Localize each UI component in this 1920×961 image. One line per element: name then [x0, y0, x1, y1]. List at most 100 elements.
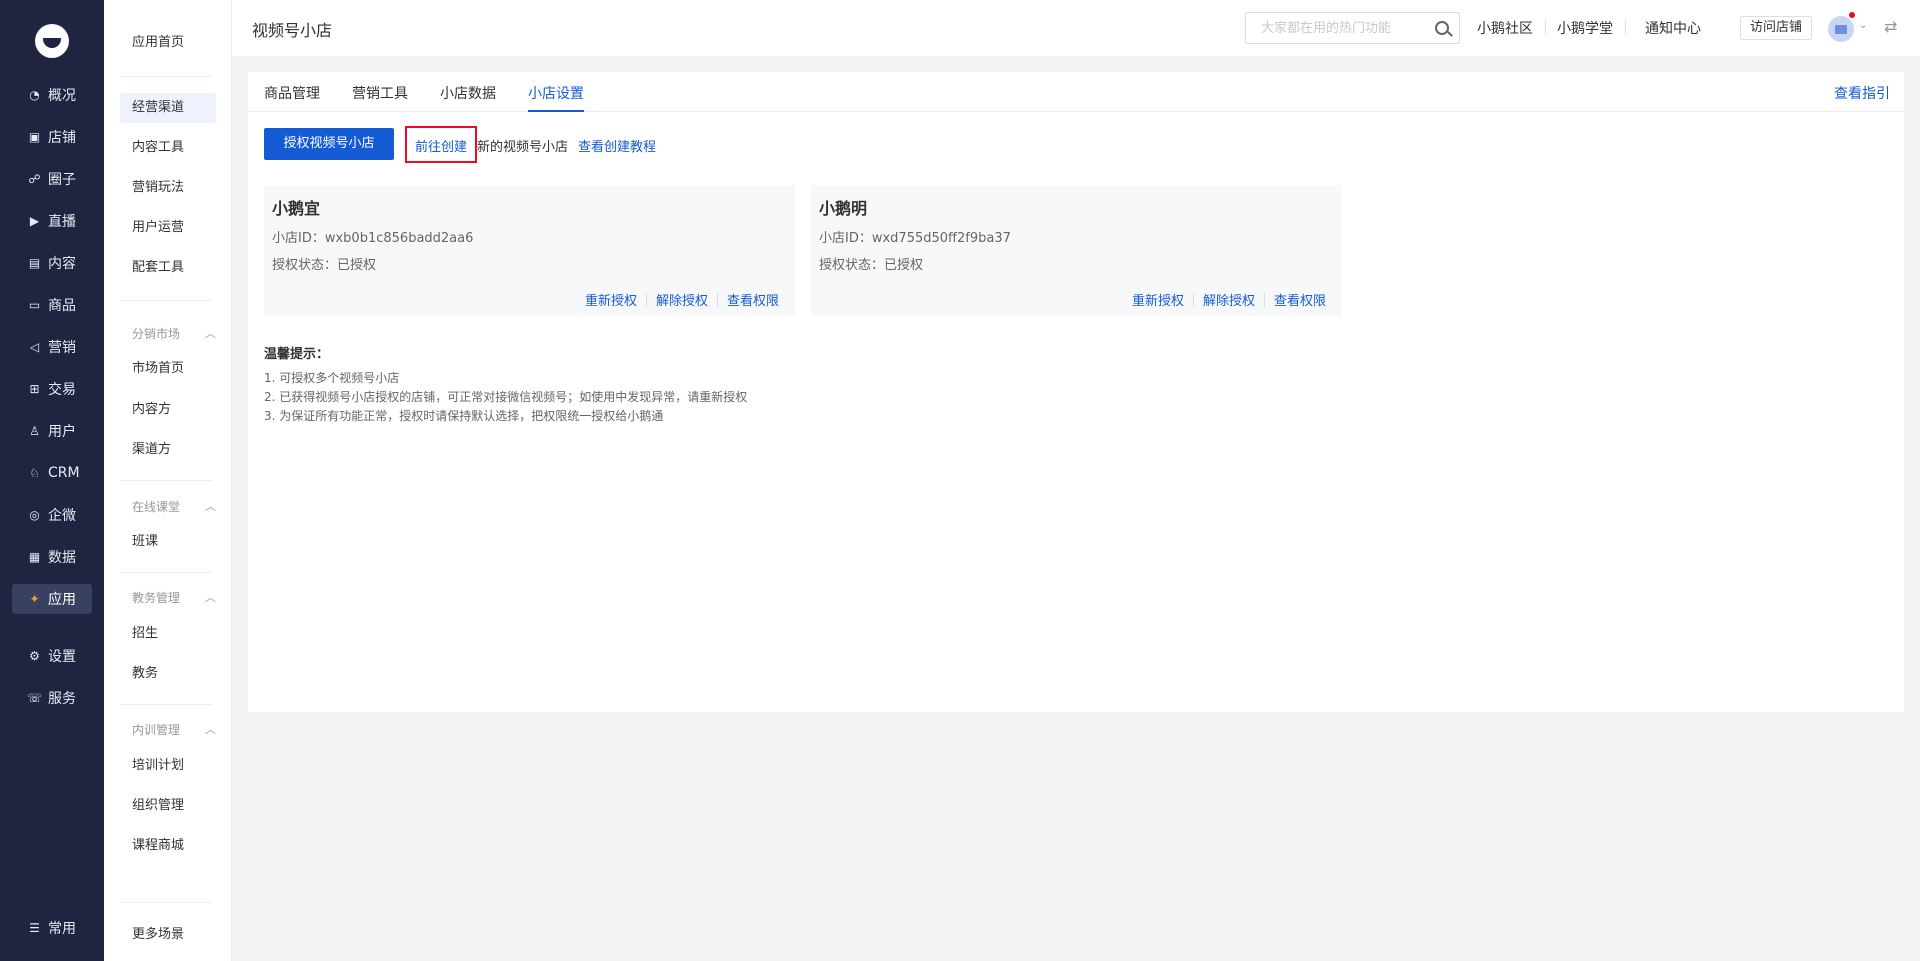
live-icon: ▶	[29, 214, 40, 228]
nav-item-shop[interactable]: ▣ 店铺	[12, 122, 92, 152]
nav-item-label: 店铺	[48, 130, 76, 146]
nav-item-common[interactable]: ☰ 常用	[12, 913, 92, 943]
chevron-down-icon[interactable]: ⌄	[1859, 20, 1867, 31]
divider	[645, 292, 647, 307]
nav-item-label: 企微	[48, 508, 76, 524]
nav-item-label: 用户	[48, 424, 76, 440]
sub-item-content-party[interactable]: 内容方	[120, 395, 216, 425]
switch-icon[interactable]: ⇄	[1884, 17, 1897, 36]
top-header: 视频号小店 小鹅社区 小鹅学堂 通知中心 访问店铺 ⌄ ⇄	[232, 0, 1920, 56]
sub-item-marketing[interactable]: 营销玩法	[120, 173, 216, 203]
chevron-up-icon: ︿	[205, 327, 216, 340]
visit-shop-button[interactable]: 访问店铺	[1740, 16, 1812, 40]
sub-item-channels[interactable]: 经营渠道	[120, 93, 216, 123]
divider	[120, 902, 212, 903]
group-training[interactable]: 内训管理 ︿	[132, 720, 216, 740]
academy-link[interactable]: 小鹅学堂	[1557, 18, 1613, 38]
tab-marketing-tools[interactable]: 营销工具	[352, 83, 408, 112]
sub-item-more-scenes[interactable]: 更多场景	[120, 920, 216, 950]
nav-item-circle[interactable]: ☍ 圈子	[12, 164, 92, 194]
divider	[120, 480, 212, 481]
go-create-link[interactable]: 前往创建	[415, 136, 467, 155]
divider	[1192, 292, 1194, 307]
nav-item-overview[interactable]: ◔ 概况	[12, 80, 92, 110]
revoke-authorization-link[interactable]: 解除授权	[1203, 290, 1255, 309]
nav-item-content[interactable]: ▤ 内容	[12, 248, 92, 278]
main-nav: ◔ 概况 ▣ 店铺 ☍ 圈子 ▶ 直播 ▤ 内容 ▭ 商品 ◁ 营销 ⊞ 交易 …	[0, 0, 104, 961]
avatar[interactable]	[1828, 16, 1854, 42]
search-input[interactable]	[1246, 13, 1426, 43]
user-icon: ♙	[29, 424, 40, 438]
view-permissions-link[interactable]: 查看权限	[727, 290, 779, 309]
page-title: 视频号小店	[252, 21, 333, 40]
view-guide-link[interactable]: 查看指引	[1834, 83, 1890, 103]
nav-item-wecom[interactable]: ◎ 企微	[12, 500, 92, 530]
shop-actions: 重新授权 解除授权 查看权限	[585, 290, 779, 309]
shop-status-label: 授权状态：	[819, 258, 885, 273]
tip-item: 3. 为保证所有功能正常，授权时请保持默认选择，把权限统一授权给小鹅通	[264, 409, 664, 423]
nav-item-label: 常用	[48, 921, 76, 937]
sub-item-course-mall[interactable]: 课程商城	[120, 831, 216, 861]
group-online-class[interactable]: 在线课堂 ︿	[132, 497, 216, 517]
nav-item-label: 应用	[48, 592, 76, 608]
sub-item-class[interactable]: 班课	[120, 527, 216, 557]
chevron-up-icon: ︿	[205, 500, 216, 513]
group-academic[interactable]: 教务管理 ︿	[132, 588, 216, 608]
sub-item-support-tools[interactable]: 配套工具	[120, 253, 216, 283]
notification-dot	[1849, 12, 1855, 18]
divider	[1263, 292, 1265, 307]
nav-item-goods[interactable]: ▭ 商品	[12, 290, 92, 320]
community-link[interactable]: 小鹅社区	[1477, 18, 1533, 38]
brand-logo-icon[interactable]	[35, 24, 69, 58]
shop-id: 小店ID：wxd755d50ff2f9ba37	[819, 227, 1011, 246]
chevron-up-icon: ︿	[205, 723, 216, 736]
divider	[1545, 20, 1546, 34]
authorize-shop-button[interactable]: 授权视频号小店	[264, 128, 394, 160]
nav-item-trade[interactable]: ⊞ 交易	[12, 374, 92, 404]
shop-status: 授权状态：已授权	[819, 254, 923, 273]
nav-item-marketing[interactable]: ◁ 营销	[12, 332, 92, 362]
tab-goods-manage[interactable]: 商品管理	[264, 83, 320, 112]
sub-item-content-tools[interactable]: 内容工具	[120, 133, 216, 163]
revoke-authorization-link[interactable]: 解除授权	[656, 290, 708, 309]
divider	[120, 300, 212, 301]
nav-item-label: 直播	[48, 214, 76, 230]
divider	[120, 572, 212, 573]
sub-item-enroll[interactable]: 招生	[120, 619, 216, 649]
tab-bar: 商品管理 营销工具 小店数据 小店设置 查看指引	[248, 72, 1904, 112]
shop-status: 授权状态：已授权	[272, 254, 376, 273]
shop-actions: 重新授权 解除授权 查看权限	[1132, 290, 1326, 309]
view-permissions-link[interactable]: 查看权限	[1274, 290, 1326, 309]
nav-item-live[interactable]: ▶ 直播	[12, 206, 92, 236]
marketing-icon: ◁	[29, 340, 40, 354]
nav-item-label: 设置	[48, 649, 76, 665]
sub-item-channel-party[interactable]: 渠道方	[120, 435, 216, 465]
view-tutorial-link[interactable]: 查看创建教程	[578, 136, 656, 155]
shop-name: 小鹅明	[819, 199, 868, 218]
nav-item-service[interactable]: ☏ 服务	[12, 683, 92, 713]
nav-item-user[interactable]: ♙ 用户	[12, 416, 92, 446]
divider	[120, 704, 212, 705]
notification-center-link[interactable]: 通知中心	[1645, 18, 1701, 38]
nav-item-apps[interactable]: ✦ 应用	[12, 584, 92, 614]
sub-item-training-plan[interactable]: 培训计划	[120, 751, 216, 781]
tab-shop-settings[interactable]: 小店设置	[528, 83, 584, 112]
sub-item-academic[interactable]: 教务	[120, 659, 216, 689]
tab-shop-data[interactable]: 小店数据	[440, 83, 496, 112]
apps-icon: ✦	[29, 592, 40, 606]
wecom-icon: ◎	[29, 508, 40, 522]
search-icon[interactable]	[1435, 21, 1449, 35]
sub-item-org-manage[interactable]: 组织管理	[120, 791, 216, 821]
reauthorize-link[interactable]: 重新授权	[585, 290, 637, 309]
sub-item-user-ops[interactable]: 用户运营	[120, 213, 216, 243]
group-title: 内训管理	[132, 723, 181, 737]
nav-item-settings[interactable]: ⚙ 设置	[12, 641, 92, 671]
service-icon: ☏	[27, 691, 43, 705]
reauthorize-link[interactable]: 重新授权	[1132, 290, 1184, 309]
sub-item-app-home[interactable]: 应用首页	[120, 28, 216, 58]
nav-item-data[interactable]: ▦ 数据	[12, 542, 92, 572]
group-distribution[interactable]: 分销市场 ︿	[132, 324, 216, 344]
sub-item-market-home[interactable]: 市场首页	[120, 354, 216, 384]
nav-item-crm[interactable]: ♘ CRM	[12, 458, 92, 488]
circle-icon: ☍	[28, 172, 41, 186]
